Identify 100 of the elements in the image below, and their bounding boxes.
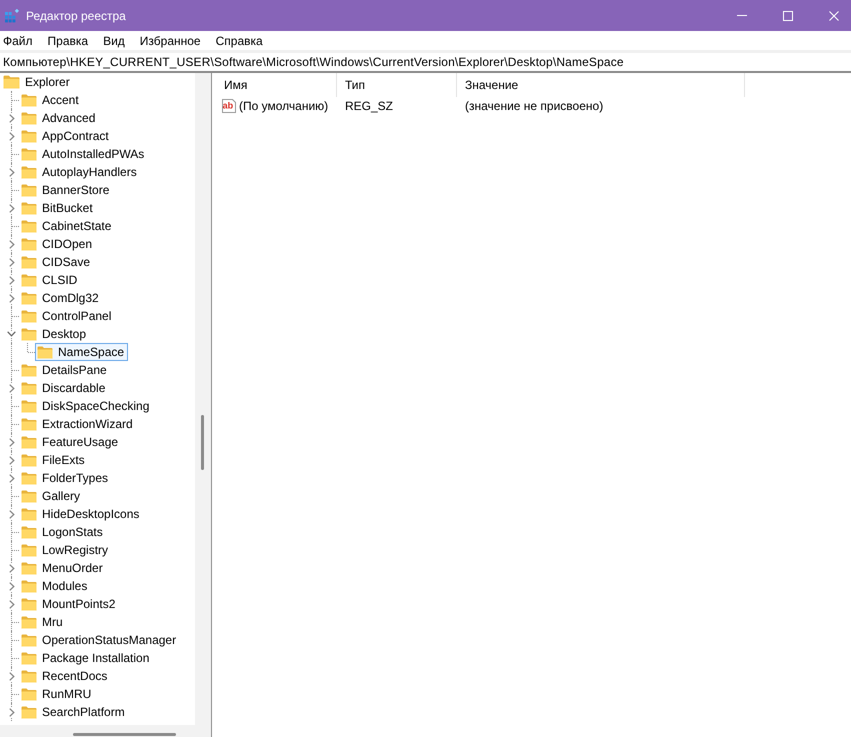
maximize-icon (783, 10, 793, 20)
folder-icon (21, 364, 37, 376)
tree-item[interactable]: BannerStore (19, 181, 114, 199)
folder-icon (21, 526, 37, 538)
folder-icon (21, 490, 37, 502)
folder-icon (21, 544, 37, 556)
tree-item[interactable]: LogonStats (19, 523, 107, 541)
menu-item[interactable]: Вид (100, 32, 128, 48)
chevron-right-icon[interactable] (8, 294, 14, 302)
chevron-right-icon[interactable] (8, 204, 14, 212)
horizontal-scrollbar[interactable] (0, 725, 195, 737)
folder-icon (21, 382, 37, 394)
tree-item[interactable]: SearchPlatform (19, 703, 129, 721)
folder-icon (21, 184, 37, 196)
folder-icon (21, 310, 37, 322)
tree-item[interactable]: ComDlg32 (19, 289, 103, 307)
tree-item[interactable]: CLSID (19, 271, 82, 289)
address-field[interactable]: Компьютер\HKEY_CURRENT_USER\Software\Microsoft\Windows\CurrentVersion\Explorer\Desktop\NameSpace (0, 53, 851, 71)
folder-icon (21, 454, 37, 466)
chevron-right-icon[interactable] (8, 474, 14, 482)
tree-item[interactable]: NameSpace (35, 343, 128, 361)
tree-item[interactable]: Explorer (1, 73, 74, 91)
tree-item[interactable]: AutoplayHandlers (19, 163, 141, 181)
value-name: (По умолчанию) (239, 99, 328, 113)
folder-icon (21, 418, 37, 430)
minimize-icon (737, 15, 747, 16)
tree-item[interactable]: BitBucket (19, 199, 97, 217)
chevron-right-icon[interactable] (8, 564, 14, 572)
tree-item[interactable]: DetailsPane (19, 361, 111, 379)
folder-icon (21, 562, 37, 574)
tree-item[interactable]: Mru (19, 613, 67, 631)
folder-icon (21, 130, 37, 142)
tree-item[interactable]: ExtractionWizard (19, 415, 137, 433)
tree-item[interactable]: Discardable (19, 379, 110, 397)
folder-icon (21, 148, 37, 160)
chevron-right-icon[interactable] (8, 708, 14, 716)
chevron-right-icon[interactable] (8, 168, 14, 176)
folder-icon (21, 706, 37, 718)
folder-icon (21, 688, 37, 700)
folder-icon (21, 400, 37, 412)
tree-item[interactable]: Gallery (19, 487, 84, 505)
chevron-right-icon[interactable] (8, 384, 14, 392)
value-data: (значение не присвоено) (465, 99, 604, 113)
close-icon (829, 10, 839, 20)
menu-item[interactable]: Избранное (136, 32, 204, 48)
folder-icon (3, 75, 20, 89)
tree-item[interactable]: ControlPanel (19, 307, 116, 325)
folder-icon (21, 652, 37, 664)
tree-item[interactable]: DiskSpaceChecking (19, 397, 154, 415)
folder-icon (21, 472, 37, 484)
chevron-right-icon[interactable] (8, 672, 14, 680)
chevron-right-icon[interactable] (8, 114, 14, 122)
folder-icon (21, 220, 37, 232)
tree-item[interactable]: MenuOrder (19, 559, 107, 577)
folder-icon (21, 328, 37, 340)
tree-item[interactable]: AutoInstalledPWAs (19, 145, 148, 163)
vertical-scrollbar[interactable] (195, 73, 211, 737)
folder-icon (21, 274, 37, 286)
string-value-icon: ab (221, 98, 237, 114)
tree-item[interactable]: Modules (19, 577, 92, 595)
tree-item[interactable]: OperationStatusManager (19, 631, 180, 649)
chevron-right-icon[interactable] (8, 258, 14, 266)
chevron-right-icon[interactable] (8, 510, 14, 518)
tree-item[interactable]: RunMRU (19, 685, 96, 703)
folder-icon (21, 598, 37, 610)
tree-item[interactable]: CIDSave (19, 253, 94, 271)
tree-item[interactable]: FeatureUsage (19, 433, 122, 451)
folder-icon (21, 670, 37, 682)
folder-icon (21, 634, 37, 646)
tree-item[interactable]: CIDOpen (19, 235, 96, 253)
tree-item[interactable]: Accent (19, 91, 83, 109)
chevron-right-icon[interactable] (8, 132, 14, 140)
menu-item[interactable]: Справка (212, 32, 266, 48)
tree-item[interactable]: LowRegistry (19, 541, 112, 559)
tree-item[interactable]: AppContract (19, 127, 113, 145)
chevron-right-icon[interactable] (8, 276, 14, 284)
folder-icon (37, 346, 53, 358)
chevron-right-icon[interactable] (8, 456, 14, 464)
folder-icon (21, 580, 37, 592)
scrollbar-thumb[interactable] (73, 733, 176, 736)
folder-icon (21, 256, 37, 268)
chevron-right-icon[interactable] (8, 438, 14, 446)
tree-item[interactable]: Package Installation (19, 649, 154, 667)
tree-item[interactable]: Advanced (19, 109, 100, 127)
tree-item[interactable]: HideDesktopIcons (19, 505, 144, 523)
chevron-down-icon[interactable] (7, 331, 16, 337)
folder-icon (21, 436, 37, 448)
chevron-right-icon[interactable] (8, 240, 14, 248)
tree-item[interactable]: CabinetState (19, 217, 116, 235)
tree-item[interactable]: Desktop (19, 325, 90, 343)
tree-item[interactable]: FolderTypes (19, 469, 112, 487)
scrollbar-thumb[interactable] (201, 415, 204, 470)
tree-item[interactable]: RecentDocs (19, 667, 112, 685)
tree-item[interactable]: MountPoints2 (19, 595, 120, 613)
chevron-right-icon[interactable] (8, 582, 14, 590)
tree-item[interactable]: FileExts (19, 451, 89, 469)
menu-item[interactable]: Файл (0, 32, 36, 48)
chevron-right-icon[interactable] (8, 600, 14, 608)
folder-icon (21, 166, 37, 178)
menu-item[interactable]: Правка (44, 32, 92, 48)
